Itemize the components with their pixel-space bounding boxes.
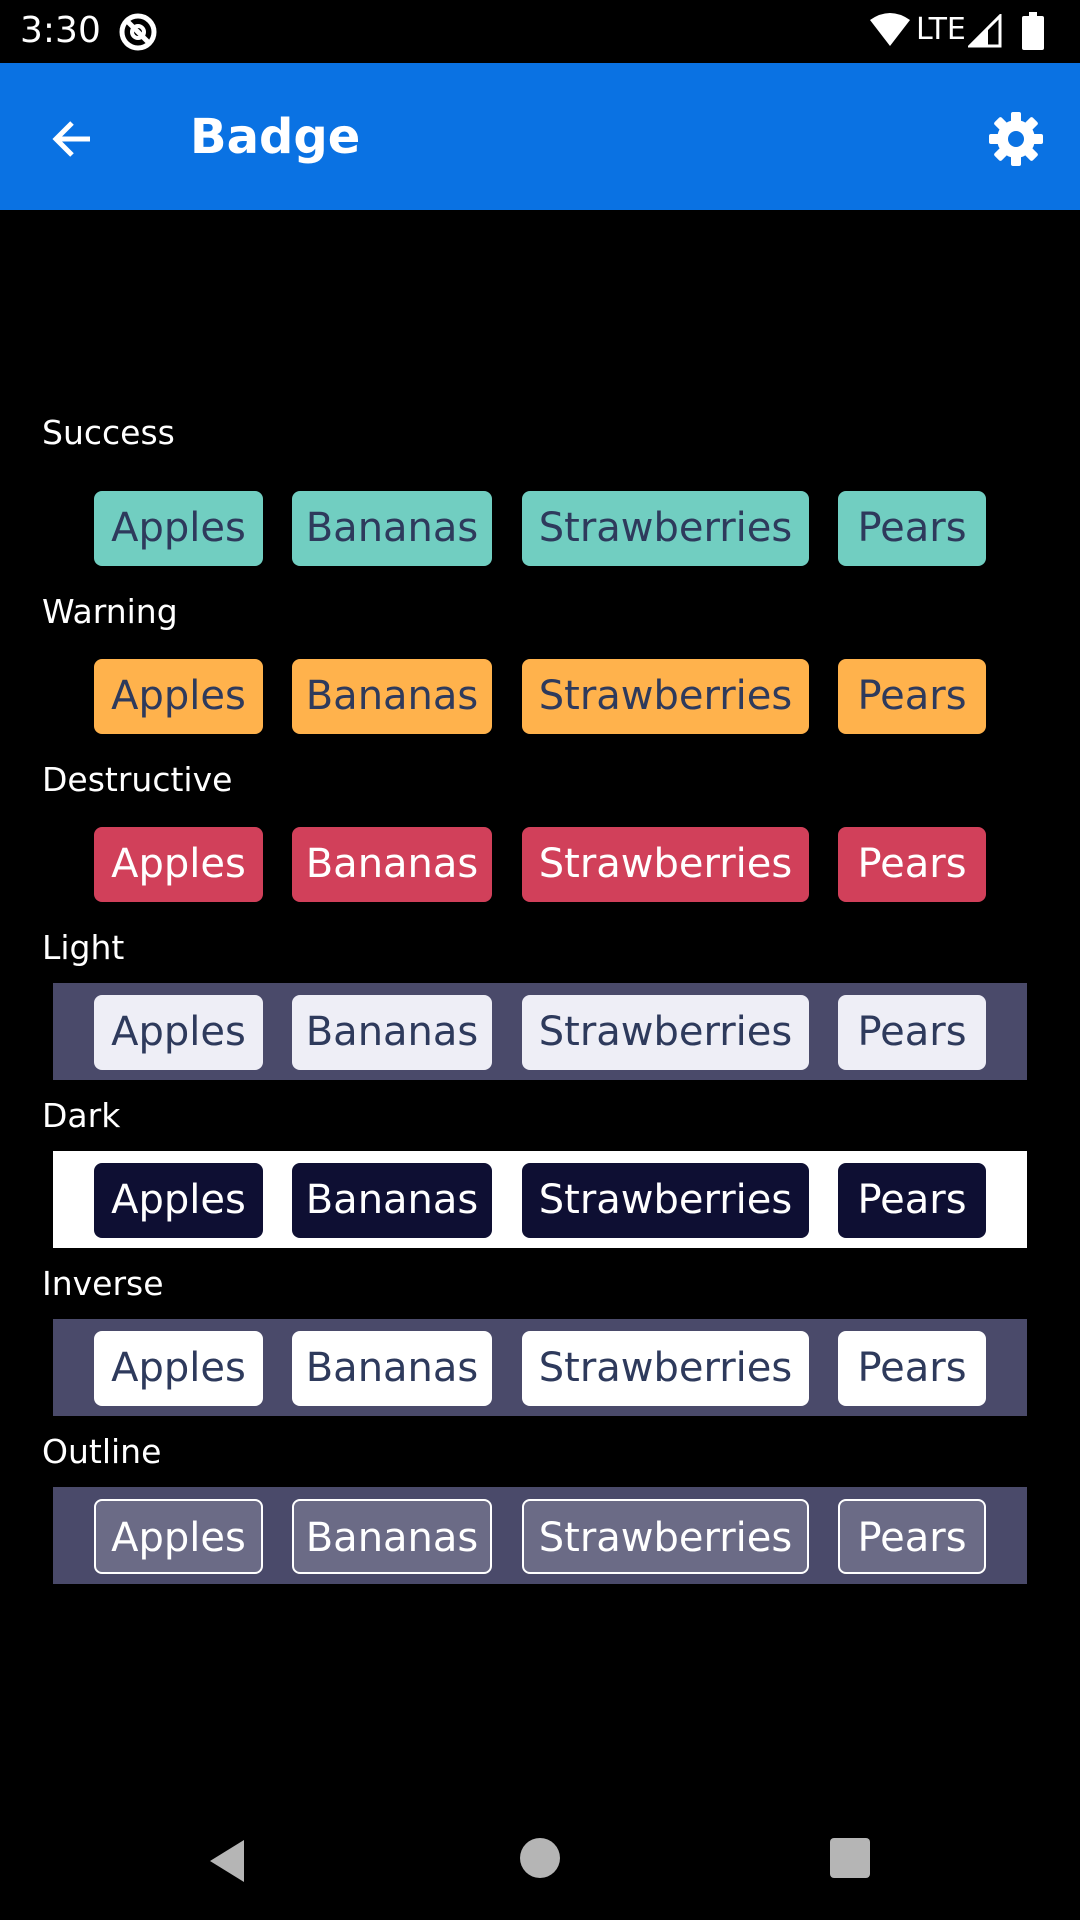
signal-icon [968, 14, 1002, 48]
section-label-dark: Dark [42, 1096, 121, 1135]
status-icons: LTE [780, 0, 1080, 63]
badge-destructive-pears: Pears [838, 827, 986, 902]
badge-inverse-apples: Apples [94, 1331, 263, 1406]
settings-button[interactable] [980, 103, 1052, 175]
badge-row-warning: Apples Bananas Strawberries Pears [94, 659, 994, 734]
battery-icon [1022, 12, 1044, 50]
app-notification-icon [119, 13, 157, 51]
section-label-destructive: Destructive [42, 760, 233, 799]
badge-row-outline: Apples Bananas Strawberries Pears [94, 1499, 994, 1574]
section-label-inverse: Inverse [42, 1264, 164, 1303]
badge-row-inverse: Apples Bananas Strawberries Pears [94, 1331, 994, 1406]
status-time: 3:30 [20, 10, 101, 51]
badge-light-strawberries: Strawberries [522, 995, 809, 1070]
badge-success-pears: Pears [838, 491, 986, 566]
badge-light-bananas: Bananas [292, 995, 492, 1070]
badge-outline-strawberries: Strawberries [522, 1499, 809, 1574]
badge-dark-apples: Apples [94, 1163, 263, 1238]
nav-home-icon[interactable] [520, 1838, 560, 1878]
badge-dark-pears: Pears [838, 1163, 986, 1238]
nav-recents-icon[interactable] [830, 1838, 870, 1878]
app-bar: Badge [0, 63, 1080, 210]
page-title: Badge [190, 109, 361, 165]
badge-row-destructive: Apples Bananas Strawberries Pears [94, 827, 994, 902]
badge-light-apples: Apples [94, 995, 263, 1070]
section-label-success: Success [42, 413, 175, 452]
badge-inverse-pears: Pears [838, 1331, 986, 1406]
gear-icon [989, 112, 1043, 166]
badge-outline-pears: Pears [838, 1499, 986, 1574]
network-type: LTE [916, 12, 966, 47]
badge-warning-strawberries: Strawberries [522, 659, 809, 734]
badge-dark-strawberries: Strawberries [522, 1163, 809, 1238]
section-label-light: Light [42, 928, 125, 967]
section-label-warning: Warning [42, 592, 178, 631]
badge-row-success: Apples Bananas Strawberries Pears [94, 491, 994, 566]
navigation-bar [0, 1800, 1080, 1920]
wifi-icon [870, 13, 910, 46]
nav-back-icon[interactable] [204, 1836, 254, 1886]
badge-success-bananas: Bananas [292, 491, 492, 566]
badge-row-light: Apples Bananas Strawberries Pears [94, 995, 994, 1070]
badge-inverse-strawberries: Strawberries [522, 1331, 809, 1406]
section-label-outline: Outline [42, 1432, 162, 1471]
arrow-left-icon [52, 121, 90, 157]
badge-warning-bananas: Bananas [292, 659, 492, 734]
badge-destructive-bananas: Bananas [292, 827, 492, 902]
badge-dark-bananas: Bananas [292, 1163, 492, 1238]
badge-success-apples: Apples [94, 491, 263, 566]
badge-outline-bananas: Bananas [292, 1499, 492, 1574]
badge-light-pears: Pears [838, 995, 986, 1070]
badge-success-strawberries: Strawberries [522, 491, 809, 566]
badge-destructive-apples: Apples [94, 827, 263, 902]
badge-outline-apples: Apples [94, 1499, 263, 1574]
status-bar: 3:30 LTE [0, 0, 1080, 63]
badge-inverse-bananas: Bananas [292, 1331, 492, 1406]
badge-warning-apples: Apples [94, 659, 263, 734]
badge-warning-pears: Pears [838, 659, 986, 734]
badge-destructive-strawberries: Strawberries [522, 827, 809, 902]
badge-row-dark: Apples Bananas Strawberries Pears [94, 1163, 994, 1238]
back-button[interactable] [36, 103, 108, 175]
